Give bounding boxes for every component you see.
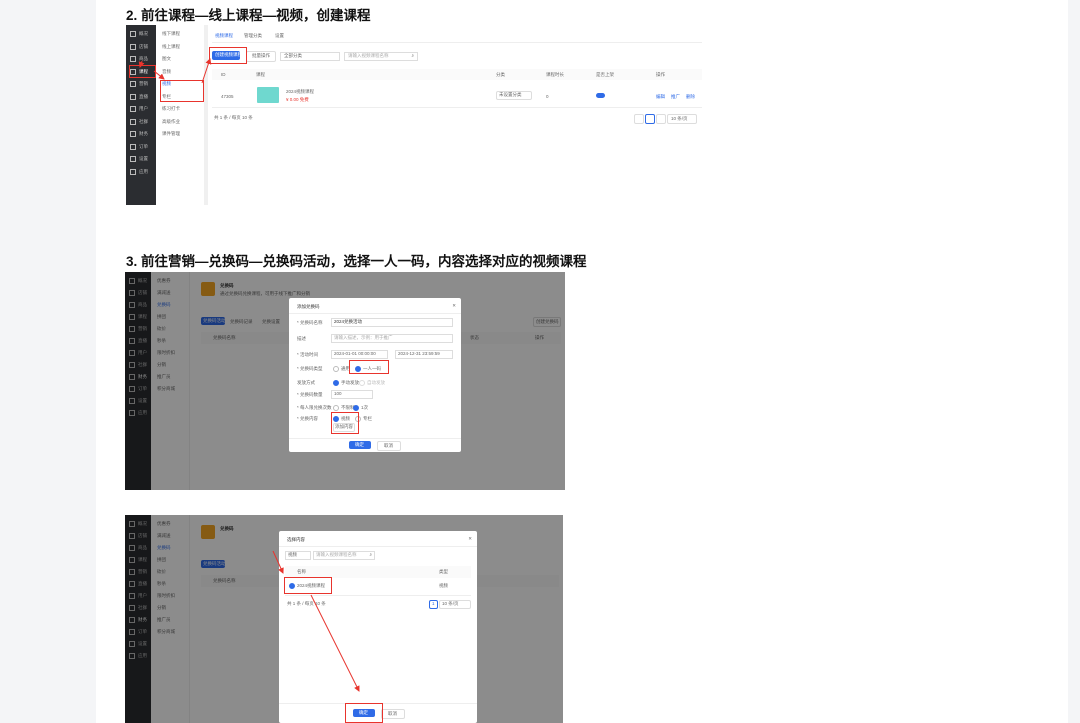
desc-input[interactable]: 请输入描述，示例：用于推广 [331,334,453,343]
redeem-code-screenshot: 概况 店铺 商品 课程 营销 直播 用户 社群 财务 订单 设置 应用 优惠券 满减送 兑换码 拼团 砍价 秒杀… [125,272,565,490]
end-time-input[interactable]: 2024-12-31 23:59:59 [395,350,453,359]
page-scrollbar[interactable] [1068,0,1080,723]
limit-once-radio[interactable]: 1次 [353,405,368,411]
cancel-button[interactable]: 取消 [377,441,401,451]
name-input[interactable]: 2024兑换活动 [331,318,453,327]
add-redeem-modal: 添加兑换码 ✕ * 兑换码名称 2024兑换活动 描述 请输入描述，示例：用于推… [289,298,461,452]
modal-title: 添加兑换码 [297,304,320,309]
course-admin-screenshot: 概况 店铺 商品 课程 营销 直播 用户 社群 财务 订单 设置 应用 线下课程 线上课程 图文 音频 视频专… [126,25,702,205]
arrow-annotations [138,58,212,84]
arrow-annotations [272,550,360,692]
article-page: 2. 前往课程—线上课程—视频，创建课程 概况 店铺 商品 课程 营销 直播 用户 社群 财务订… [96,0,1068,723]
highlight-one-per-person [349,360,389,374]
count-input[interactable]: 100 [331,390,373,399]
confirm-button[interactable]: 确定 [349,441,371,449]
field-label-name: * 兑换码名称 [297,320,323,325]
field-label-desc: 描述 [297,336,306,341]
field-label-time: * 活动时间 [297,352,319,357]
field-label-limit: * 每人限兑换次数 [297,405,332,410]
highlight-content [331,412,359,434]
field-label-type: * 兑换码类型 [297,366,323,371]
field-label-count: * 兑换码数量 [297,392,323,397]
step3-heading: 3. 前往营销—兑换码—兑换码活动，选择一人一码，内容选择对应的视频课程 [126,254,587,269]
issue-auto-radio[interactable]: 自动发放 [359,380,385,386]
limit-none-radio[interactable]: 不限制 [333,405,355,411]
close-icon[interactable]: ✕ [452,303,456,309]
issue-manual-radio[interactable]: 手动发放 [333,380,359,386]
field-label-issue: 发放方式 [297,380,315,385]
type-general-radio[interactable]: 通用 [333,366,350,372]
divider [289,438,461,439]
select-content-screenshot: 概况 店铺 商品 课程 营销 直播 用户 社群 财务 订单 设置 应用 优惠券 满减送 兑换码 拼团 砍价 秒杀… [125,515,563,723]
divider [289,313,461,314]
start-time-input[interactable]: 2024-01-01 00:00:00 [331,350,388,359]
field-label-content: * 兑换内容 [297,416,319,421]
step2-heading: 2. 前往课程—线上课程—视频，创建课程 [126,8,371,23]
